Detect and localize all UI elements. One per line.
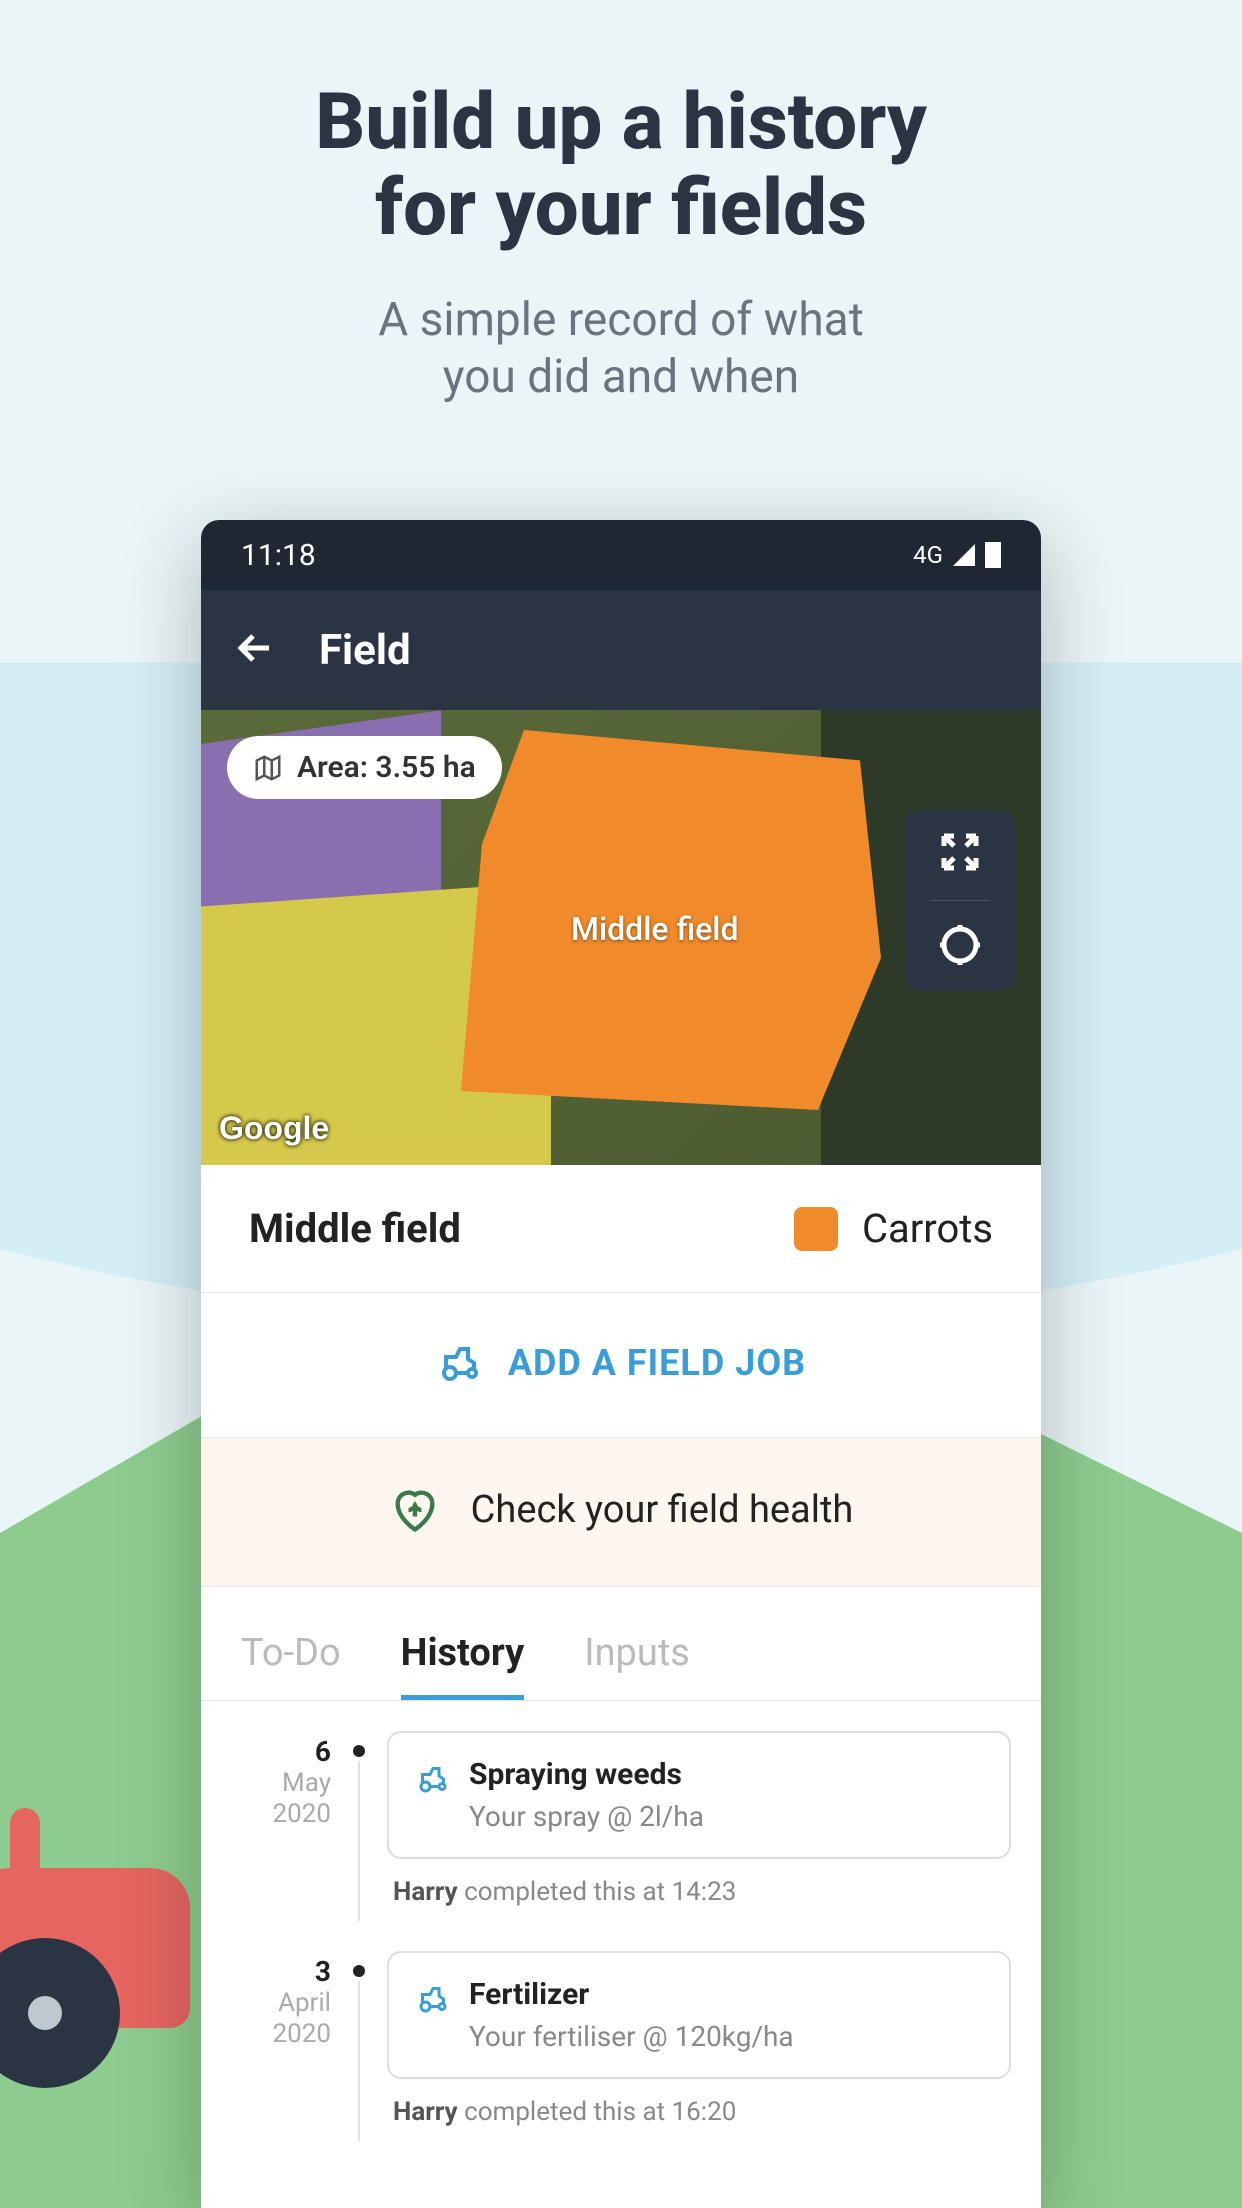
timeline-marker — [349, 1731, 369, 1921]
history-entry: 3 April 2020 Fertilizer Your fertiliser … — [231, 1951, 1011, 2141]
tractor-icon — [436, 1339, 484, 1387]
status-icons: 4G — [913, 541, 1001, 569]
status-time: 11:18 — [241, 538, 316, 573]
area-chip[interactable]: Area: 3.55 ha — [227, 736, 502, 799]
field-info-row: Middle field Carrots — [201, 1165, 1041, 1293]
entry-completion: Harry completed this at 14:23 — [393, 1877, 1011, 1907]
entry-completion: Harry completed this at 16:20 — [393, 2097, 1011, 2127]
status-bar: 11:18 4G — [201, 520, 1041, 590]
controls-divider — [930, 900, 990, 901]
app-bar: Field — [201, 590, 1041, 710]
map-field-label: Middle field — [571, 910, 738, 948]
entry-detail: Your fertiliser @ 120kg/ha — [469, 2020, 794, 2053]
history-list: 6 May 2020 Spraying weeds Your spray @ 2… — [201, 1701, 1041, 2141]
tractor-icon — [415, 1761, 451, 1797]
tab-history[interactable]: History — [401, 1631, 525, 1700]
tab-bar: To-Do History Inputs — [201, 1587, 1041, 1701]
history-card[interactable]: Spraying weeds Your spray @ 2l/ha — [387, 1731, 1011, 1859]
field-name: Middle field — [249, 1205, 461, 1252]
entry-title: Spraying weeds — [469, 1757, 704, 1792]
entry-date: 3 April 2020 — [231, 1951, 331, 2141]
back-arrow-icon[interactable] — [231, 624, 279, 676]
expand-icon[interactable] — [936, 828, 984, 880]
locate-icon[interactable] — [936, 921, 984, 973]
battery-icon — [985, 542, 1001, 568]
crop-indicator: Carrots — [794, 1205, 993, 1252]
promo-subtitle: A simple record of what you did and when — [0, 292, 1242, 407]
device-frame: 11:18 4G Field Middle field Area: 3.55 h… — [201, 520, 1041, 2208]
crop-color-swatch — [794, 1207, 838, 1251]
map-controls — [905, 810, 1015, 991]
field-map[interactable]: Middle field Area: 3.55 ha Google — [201, 710, 1041, 1165]
map-icon — [253, 753, 283, 783]
heart-leaf-icon — [389, 1484, 441, 1536]
page-title: Field — [319, 626, 411, 675]
tab-inputs[interactable]: Inputs — [584, 1631, 690, 1700]
entry-title: Fertilizer — [469, 1977, 794, 2012]
google-watermark: Google — [219, 1110, 329, 1147]
add-job-label: ADD A FIELD JOB — [508, 1342, 806, 1384]
area-value: Area: 3.55 ha — [297, 750, 476, 785]
tab-todo[interactable]: To-Do — [241, 1631, 341, 1700]
crop-label: Carrots — [862, 1205, 993, 1252]
history-card[interactable]: Fertilizer Your fertiliser @ 120kg/ha — [387, 1951, 1011, 2079]
promo-header: Build up a history for your fields A sim… — [0, 0, 1242, 407]
field-health-row[interactable]: Check your field health — [201, 1438, 1041, 1587]
timeline-marker — [349, 1951, 369, 2141]
entry-date: 6 May 2020 — [231, 1731, 331, 1921]
history-entry: 6 May 2020 Spraying weeds Your spray @ 2… — [231, 1731, 1011, 1921]
tractor-icon — [415, 1981, 451, 2017]
network-label: 4G — [913, 541, 943, 569]
signal-icon — [953, 544, 975, 566]
promo-title: Build up a history for your fields — [0, 80, 1242, 252]
field-health-label: Check your field health — [471, 1488, 854, 1532]
entry-detail: Your spray @ 2l/ha — [469, 1800, 704, 1833]
add-job-row[interactable]: ADD A FIELD JOB — [201, 1293, 1041, 1438]
